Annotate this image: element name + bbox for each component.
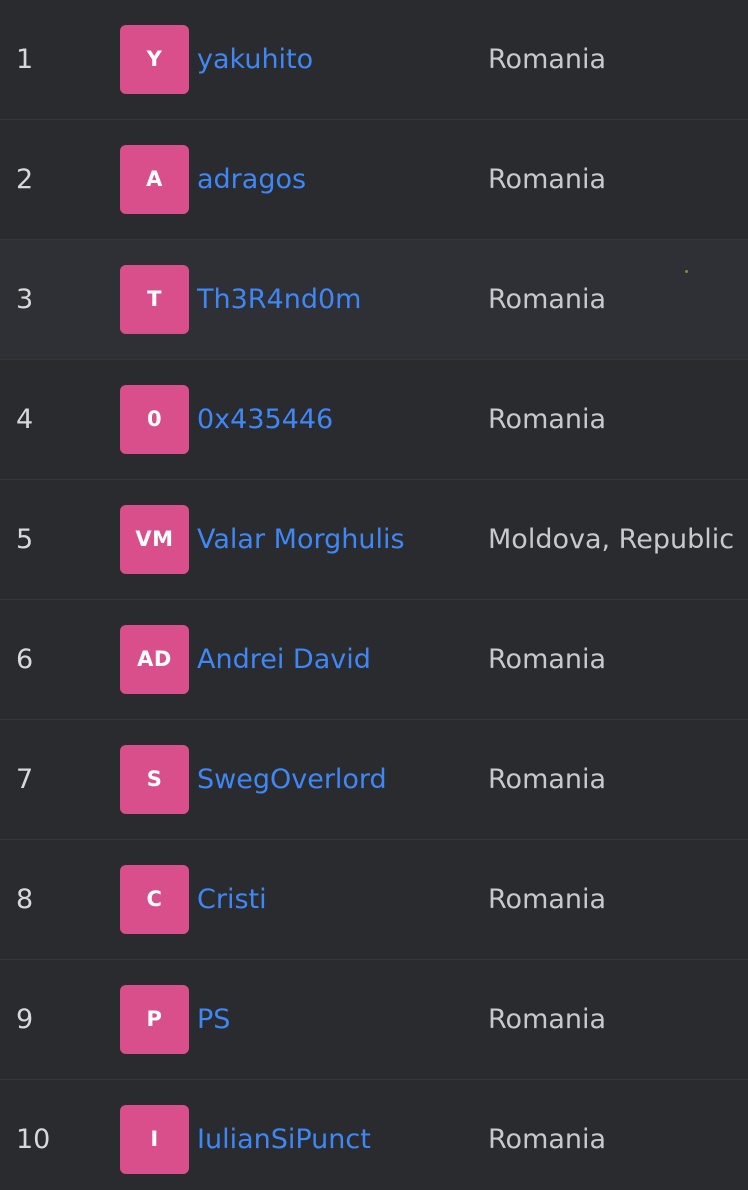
username-link[interactable]: Valar Morghulis: [197, 480, 405, 599]
table-row: 8 C Cristi Romania: [0, 839, 748, 959]
table-row: 4 0 0x435446 Romania: [0, 359, 748, 479]
table-row: 7 S SwegOverlord Romania: [0, 719, 748, 839]
username-link[interactable]: Andrei David: [197, 600, 371, 719]
username-link[interactable]: adragos: [197, 120, 306, 239]
avatar: C: [120, 865, 189, 934]
username-link[interactable]: Cristi: [197, 840, 267, 959]
country-cell: Romania: [488, 1004, 607, 1035]
rank-cell: 5: [16, 524, 34, 555]
rank-cell: 2: [16, 164, 34, 195]
rank-cell: 8: [16, 884, 34, 915]
table-row: 3 T Th3R4nd0m Romania: [0, 239, 748, 359]
country-cell: Romania: [488, 164, 607, 195]
avatar: VM: [120, 505, 189, 574]
avatar: AD: [120, 625, 189, 694]
table-row: 5 VM Valar Morghulis Moldova, Republic: [0, 479, 748, 599]
country-cell: Romania: [488, 644, 607, 675]
avatar: Y: [120, 25, 189, 94]
username-link[interactable]: PS: [197, 960, 230, 1079]
username-link[interactable]: SwegOverlord: [197, 720, 387, 839]
avatar: P: [120, 985, 189, 1054]
rank-cell: 7: [16, 764, 34, 795]
country-cell: Moldova, Republic: [488, 524, 735, 555]
table-row: 9 P PS Romania: [0, 959, 748, 1079]
table-row: 10 I IulianSiPunct Romania: [0, 1079, 748, 1190]
username-link[interactable]: yakuhito: [197, 0, 313, 119]
cursor-dot: [685, 270, 688, 273]
rank-cell: 1: [16, 44, 34, 75]
avatar: A: [120, 145, 189, 214]
username-link[interactable]: 0x435446: [197, 360, 333, 479]
leaderboard-table: 1 Y yakuhito Romania 2 A adragos Romania…: [0, 0, 748, 1190]
table-row: 1 Y yakuhito Romania: [0, 0, 748, 119]
username-link[interactable]: Th3R4nd0m: [197, 240, 361, 359]
avatar: 0: [120, 385, 189, 454]
country-cell: Romania: [488, 284, 607, 315]
country-cell: Romania: [488, 764, 607, 795]
avatar: S: [120, 745, 189, 814]
rank-cell: 6: [16, 644, 34, 675]
rank-cell: 3: [16, 284, 34, 315]
country-cell: Romania: [488, 884, 607, 915]
table-row: 6 AD Andrei David Romania: [0, 599, 748, 719]
country-cell: Romania: [488, 44, 607, 75]
username-link[interactable]: IulianSiPunct: [197, 1080, 371, 1190]
rank-cell: 4: [16, 404, 34, 435]
avatar: I: [120, 1105, 189, 1174]
rank-cell: 9: [16, 1004, 34, 1035]
rank-cell: 10: [16, 1124, 51, 1155]
avatar: T: [120, 265, 189, 334]
country-cell: Romania: [488, 404, 607, 435]
country-cell: Romania: [488, 1124, 607, 1155]
table-row: 2 A adragos Romania: [0, 119, 748, 239]
